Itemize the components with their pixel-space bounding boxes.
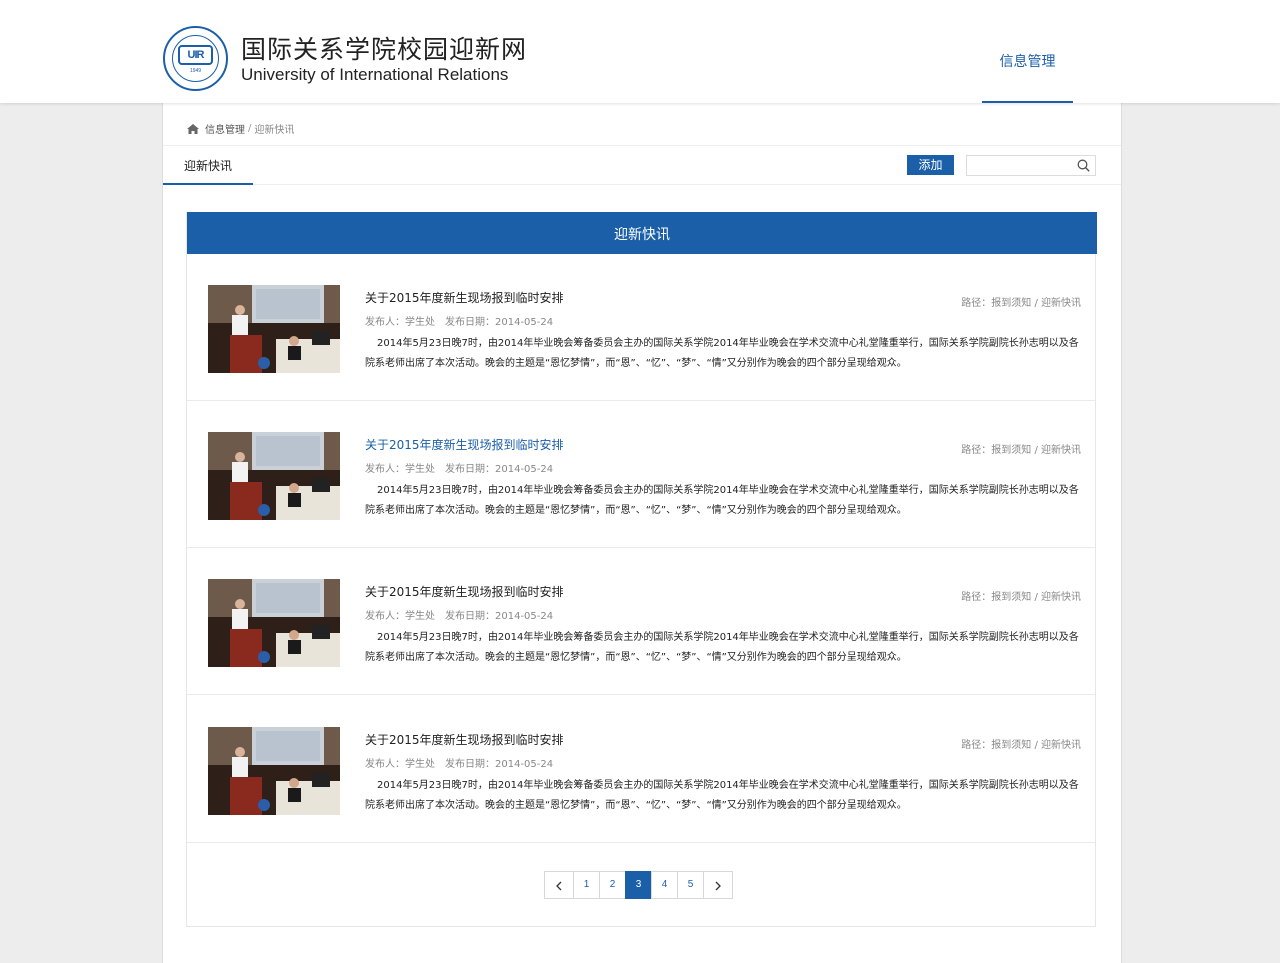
news-publisher: 发布人：学生处 xyxy=(365,759,435,770)
news-summary: 2014年5月23日晚7时，由2014年毕业晚会筹备委员会主办的国际关系学院20… xyxy=(365,485,1079,516)
chevron-right-icon xyxy=(715,881,721,891)
news-date: 发布日期：2014-05-24 xyxy=(445,611,554,622)
search-input[interactable] xyxy=(967,156,1072,175)
news-date: 发布日期：2014-05-24 xyxy=(445,759,554,770)
chevron-left-icon xyxy=(556,881,562,891)
news-path[interactable]: 路径：报到须知 / 迎新快讯 xyxy=(961,736,1081,751)
news-title[interactable]: 关于2015年度新生现场报到临时安排 xyxy=(365,289,564,306)
news-item: 关于2015年度新生现场报到临时安排 发布人：学生处 发布日期：2014-05-2… xyxy=(187,401,1095,548)
news-path[interactable]: 路径：报到须知 / 迎新快讯 xyxy=(961,588,1081,603)
news-title[interactable]: 关于2015年度新生现场报到临时安排 xyxy=(365,436,564,453)
breadcrumb-item-current: 迎新快讯 xyxy=(254,125,295,136)
pagination-page-1[interactable]: 1 xyxy=(573,871,600,899)
tab-welcome-news[interactable]: 迎新快讯 xyxy=(163,146,253,185)
news-path[interactable]: 路径：报到须知 / 迎新快讯 xyxy=(961,441,1081,456)
pagination-page-4[interactable]: 4 xyxy=(651,871,678,899)
nav-item-info-management[interactable]: 信息管理 xyxy=(982,0,1073,103)
news-date: 发布日期：2014-05-24 xyxy=(445,464,554,475)
seal-year: 1949 xyxy=(189,68,202,74)
news-publisher: 发布人：学生处 xyxy=(365,464,435,475)
add-button[interactable]: 添加 xyxy=(907,155,954,175)
university-seal-icon: UIR 1949 xyxy=(163,26,228,91)
site-title-en: University of International Relations xyxy=(241,64,509,84)
search-icon[interactable] xyxy=(1077,159,1090,172)
news-meta: 发布人：学生处 发布日期：2014-05-24 xyxy=(365,755,553,770)
pagination: 1 2 3 4 5 xyxy=(544,871,733,899)
main-panel: 信息管理 / 迎新快讯 迎新快讯 添加 迎新快讯 关于2015年度新生现场报到临… xyxy=(162,103,1122,963)
news-list-heading: 迎新快讯 xyxy=(187,212,1097,254)
news-meta: 发布人：学生处 发布日期：2014-05-24 xyxy=(365,607,553,622)
news-item: 关于2015年度新生现场报到临时安排 发布人：学生处 发布日期：2014-05-2… xyxy=(187,548,1095,695)
breadcrumb-item-info-management[interactable]: 信息管理 xyxy=(205,121,245,136)
news-summary: 2014年5月23日晚7时，由2014年毕业晚会筹备委员会主办的国际关系学院20… xyxy=(365,632,1079,663)
news-publisher: 发布人：学生处 xyxy=(365,317,435,328)
breadcrumb: 信息管理 / 迎新快讯 xyxy=(187,121,294,136)
pagination-prev-button[interactable] xyxy=(544,871,574,899)
breadcrumb-separator: / xyxy=(248,123,252,134)
news-thumbnail[interactable] xyxy=(208,727,340,815)
news-title[interactable]: 关于2015年度新生现场报到临时安排 xyxy=(365,731,564,748)
news-publisher: 发布人：学生处 xyxy=(365,611,435,622)
tab-bar: 迎新快讯 添加 xyxy=(163,145,1121,185)
news-summary: 2014年5月23日晚7时，由2014年毕业晚会筹备委员会主办的国际关系学院20… xyxy=(365,780,1079,811)
site-logo[interactable]: UIR 1949 国际关系学院校园迎新网 University of Inter… xyxy=(163,26,527,91)
pagination-page-5[interactable]: 5 xyxy=(677,871,704,899)
news-thumbnail[interactable] xyxy=(208,285,340,373)
news-title[interactable]: 关于2015年度新生现场报到临时安排 xyxy=(365,583,564,600)
seal-mark: UIR xyxy=(178,45,213,65)
home-icon[interactable] xyxy=(187,123,199,134)
news-thumbnail[interactable] xyxy=(208,432,340,520)
news-thumbnail[interactable] xyxy=(208,579,340,667)
pagination-page-2[interactable]: 2 xyxy=(599,871,626,899)
news-item: 关于2015年度新生现场报到临时安排 发布人：学生处 发布日期：2014-05-2… xyxy=(187,696,1095,843)
news-path[interactable]: 路径：报到须知 / 迎新快讯 xyxy=(961,294,1081,309)
news-list-box: 迎新快讯 关于2015年度新生现场报到临时安排 发布人：学生处 发布日期：201… xyxy=(186,212,1097,927)
search-box xyxy=(966,155,1096,176)
pagination-next-button[interactable] xyxy=(703,871,733,899)
news-meta: 发布人：学生处 发布日期：2014-05-24 xyxy=(365,313,553,328)
news-date: 发布日期：2014-05-24 xyxy=(445,317,554,328)
news-meta: 发布人：学生处 发布日期：2014-05-24 xyxy=(365,460,553,475)
news-summary: 2014年5月23日晚7时，由2014年毕业晚会筹备委员会主办的国际关系学院20… xyxy=(365,338,1079,369)
pagination-page-3[interactable]: 3 xyxy=(625,871,652,899)
site-header: UIR 1949 国际关系学院校园迎新网 University of Inter… xyxy=(0,0,1280,103)
news-item: 关于2015年度新生现场报到临时安排 发布人：学生处 发布日期：2014-05-2… xyxy=(187,254,1095,401)
site-title-cn: 国际关系学院校园迎新网 xyxy=(241,34,528,64)
